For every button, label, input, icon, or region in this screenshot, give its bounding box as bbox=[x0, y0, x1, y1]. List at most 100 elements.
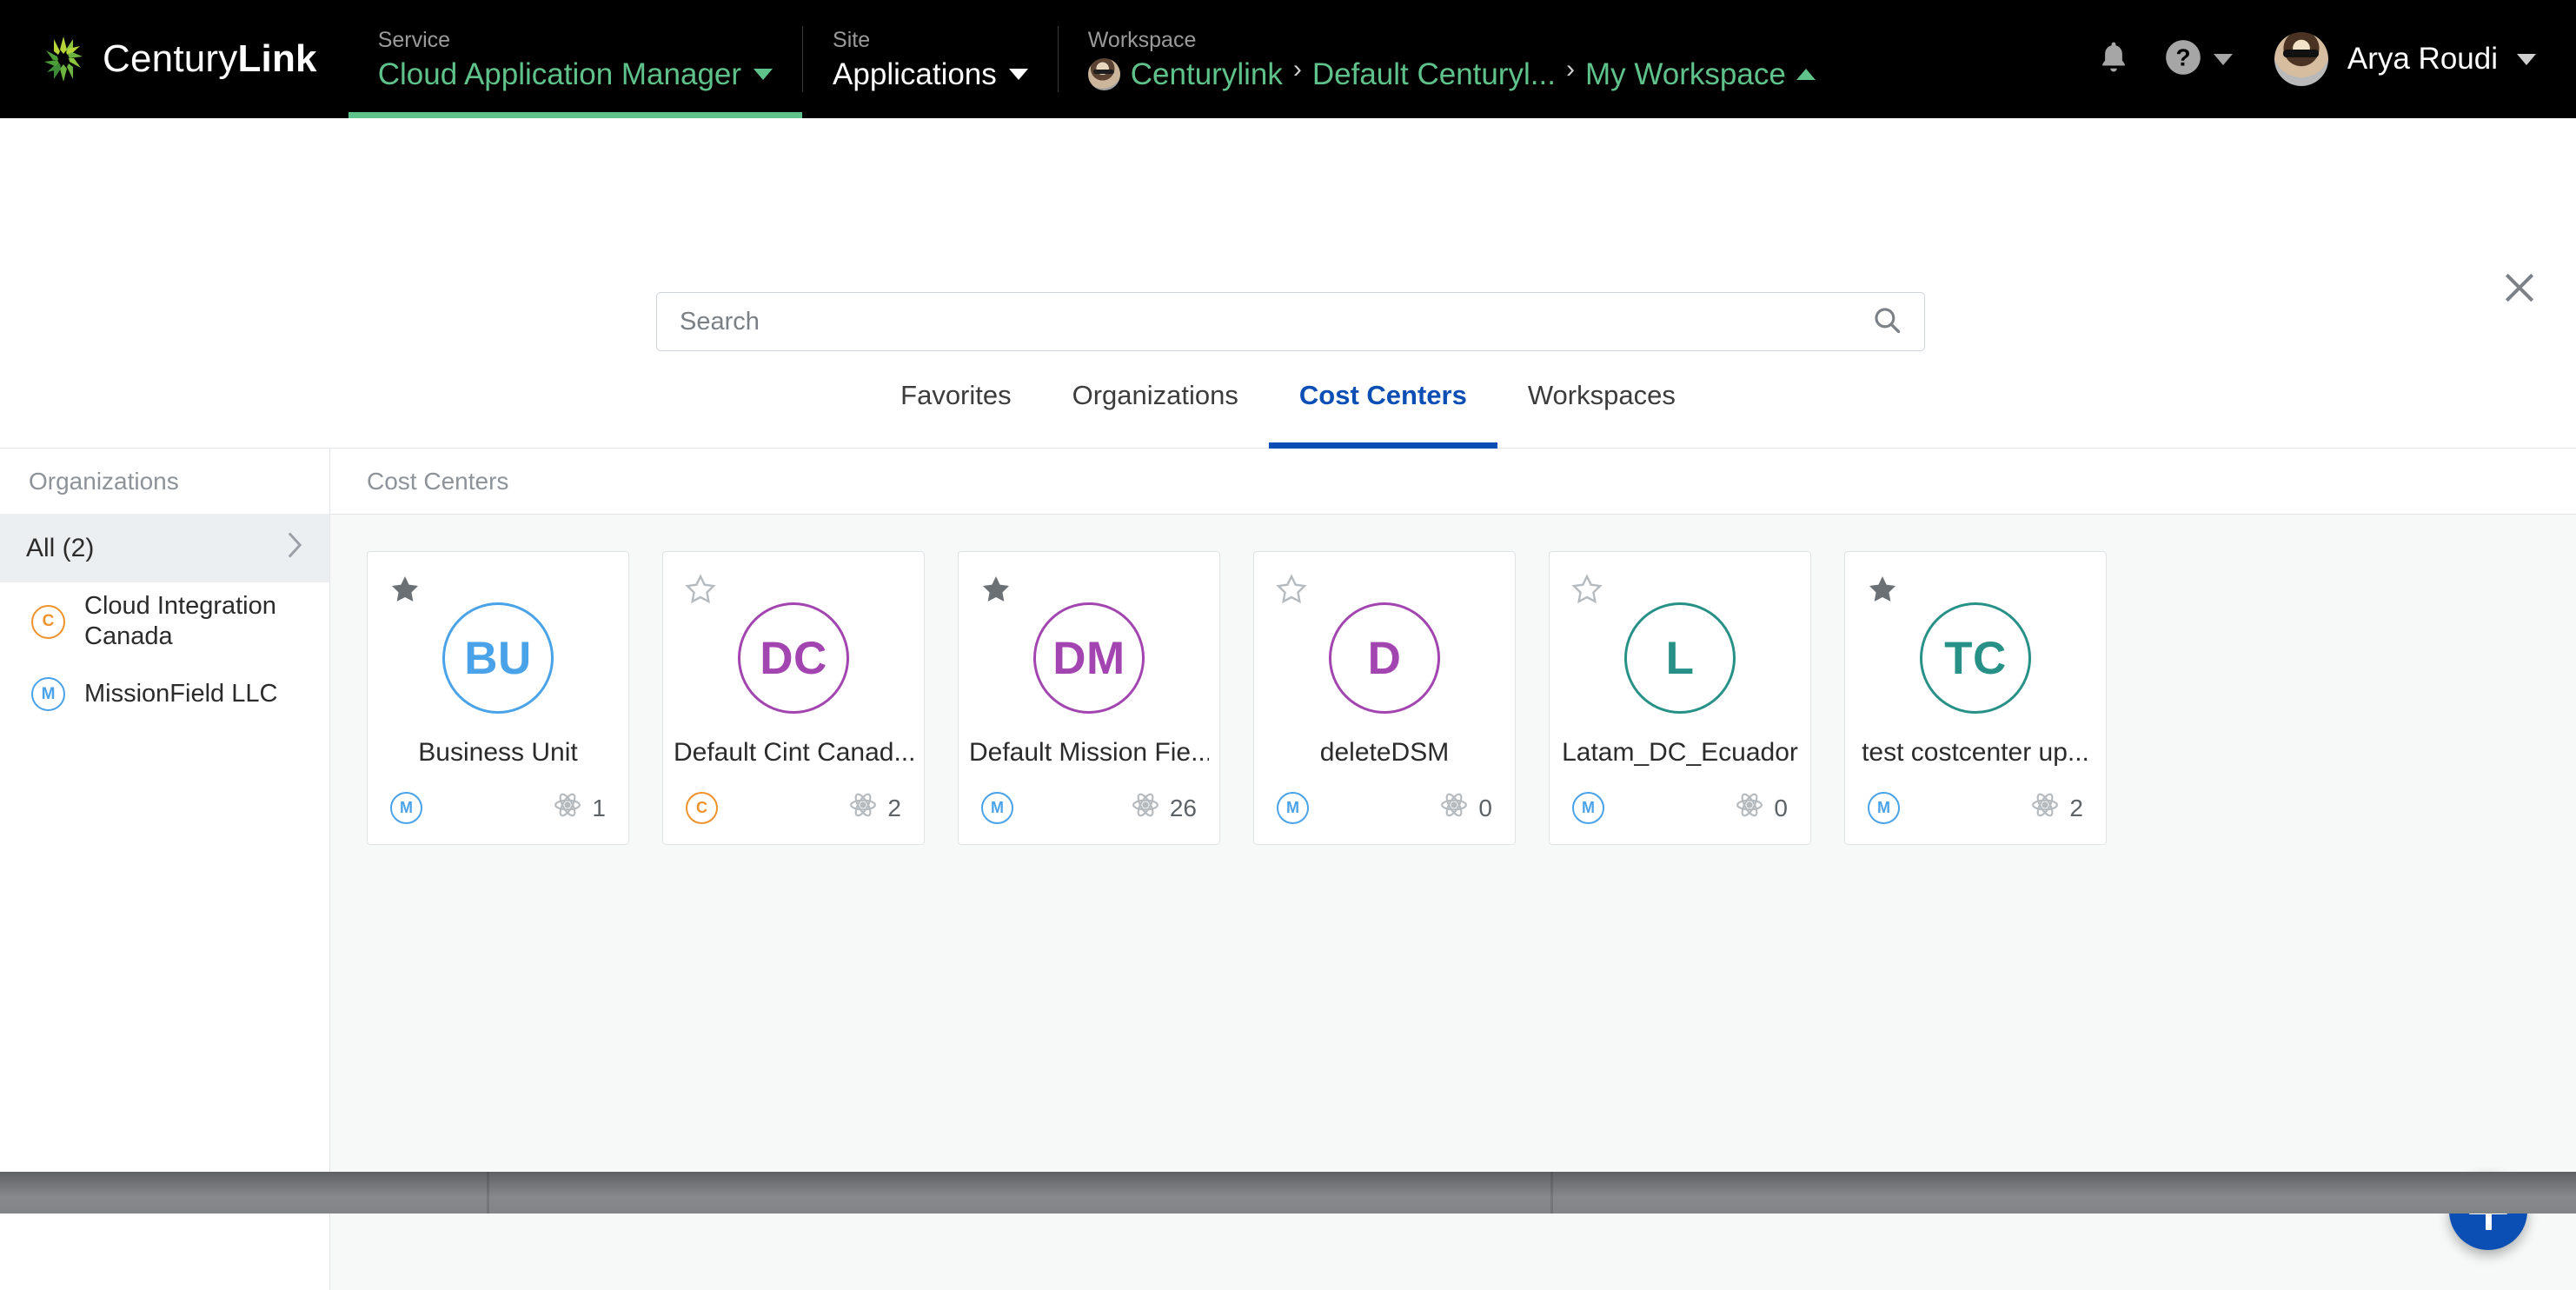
sidebar-item-label: MissionField LLC bbox=[84, 680, 278, 708]
cost-center-card-footer: C 2 bbox=[663, 791, 924, 825]
cost-center-card[interactable]: L Latam_DC_Ecuador M 0 bbox=[1549, 551, 1811, 845]
chevron-down-icon bbox=[1008, 69, 1028, 80]
cost-center-initials: DM bbox=[1033, 602, 1145, 714]
site-value: Applications bbox=[833, 57, 997, 91]
resource-count-value: 2 bbox=[887, 794, 901, 821]
org-initial-badge: M bbox=[1572, 792, 1604, 824]
org-initial-badge: M bbox=[31, 677, 65, 712]
cost-center-card[interactable]: TC test costcenter up... M 2 bbox=[1844, 551, 2107, 845]
org-initial-badge: M bbox=[1277, 792, 1309, 824]
resource-count: 0 bbox=[1736, 791, 1788, 825]
sidebar-title: Organizations bbox=[0, 449, 329, 515]
workspace-switcher-overlay: Favorites Organizations Cost Centers Wor… bbox=[0, 118, 2576, 1290]
search-input[interactable] bbox=[680, 307, 1872, 336]
search-icon[interactable] bbox=[1872, 305, 1902, 339]
star-filled-icon[interactable] bbox=[388, 573, 422, 606]
cost-center-initials: DC bbox=[738, 602, 849, 714]
resource-count-value: 0 bbox=[1478, 794, 1492, 821]
resource-count-value: 2 bbox=[2069, 794, 2083, 821]
star-filled-icon[interactable] bbox=[1866, 573, 1899, 606]
chevron-down-icon bbox=[2213, 53, 2233, 65]
org-initial-badge: C bbox=[686, 792, 718, 824]
help-button[interactable]: ? bbox=[2153, 39, 2245, 80]
service-selector[interactable]: Service Cloud Application Manager bbox=[348, 0, 803, 118]
breadcrumb-item-costcenter[interactable]: Default Centuryl... bbox=[1312, 57, 1556, 92]
cost-center-initials: TC bbox=[1920, 602, 2031, 714]
sidebar-item-cloud-integration-canada[interactable]: C Cloud Integration Canada bbox=[0, 582, 329, 662]
cost-center-card[interactable]: DM Default Mission Fie... M 26 bbox=[958, 551, 1220, 845]
chevron-right-icon: › bbox=[1565, 54, 1575, 83]
cost-center-card[interactable]: DC Default Cint Canad... C 2 bbox=[662, 551, 925, 845]
tab-favorites[interactable]: Favorites bbox=[870, 375, 1041, 449]
star-outline-icon[interactable] bbox=[1275, 573, 1308, 606]
overlay-tabs: Favorites Organizations Cost Centers Wor… bbox=[0, 375, 2576, 449]
atom-icon bbox=[1736, 791, 1763, 825]
avatar bbox=[2274, 32, 2328, 86]
overlay-body: Organizations All (2) C Cloud Integratio… bbox=[0, 449, 2576, 1290]
cost-center-card-footer: M 1 bbox=[368, 791, 628, 825]
search-box[interactable] bbox=[656, 292, 1925, 351]
brand-name: CenturyLink bbox=[103, 37, 317, 81]
user-menu-button[interactable]: Arya Roudi bbox=[2245, 32, 2536, 86]
workspace-selector[interactable]: Workspace Centurylink › Default Centuryl… bbox=[1059, 0, 1845, 118]
atom-icon bbox=[1440, 791, 1468, 825]
tab-workspaces[interactable]: Workspaces bbox=[1497, 375, 1706, 449]
question-mark-help-icon: ? bbox=[2165, 39, 2201, 80]
cost-center-card[interactable]: BU Business Unit M 1 bbox=[367, 551, 629, 845]
resource-count-value: 1 bbox=[592, 794, 606, 821]
cost-center-card[interactable]: D deleteDSM M 0 bbox=[1253, 551, 1516, 845]
breadcrumb-item-workspace[interactable]: My Workspace bbox=[1585, 57, 1786, 92]
org-initial-badge: M bbox=[981, 792, 1013, 824]
star-filled-icon[interactable] bbox=[979, 573, 1012, 606]
service-active-underline bbox=[348, 112, 803, 118]
tab-cost-centers[interactable]: Cost Centers bbox=[1268, 375, 1497, 449]
sidebar-item-label: Cloud Integration Canada bbox=[84, 592, 276, 651]
atom-icon bbox=[2031, 791, 2059, 825]
service-value: Cloud Application Manager bbox=[377, 57, 742, 91]
cost-center-name: Default Mission Fie... bbox=[969, 738, 1209, 767]
cost-center-name: test costcenter up... bbox=[1862, 738, 2089, 767]
chevron-right-icon bbox=[286, 531, 303, 566]
tab-organizations[interactable]: Organizations bbox=[1042, 375, 1269, 449]
sidebar-item-missionfield-llc[interactable]: M MissionField LLC bbox=[0, 662, 329, 728]
org-initial-badge: M bbox=[390, 792, 422, 824]
cost-center-card-footer: M 26 bbox=[959, 791, 1219, 825]
resource-count: 0 bbox=[1440, 791, 1492, 825]
centurylink-starburst-logo-icon bbox=[40, 33, 87, 85]
star-outline-icon[interactable] bbox=[684, 573, 717, 606]
breadcrumb: Centurylink › Default Centuryl... › My W… bbox=[1087, 54, 1816, 92]
close-button[interactable] bbox=[2493, 263, 2546, 316]
chevron-right-icon: › bbox=[1292, 54, 1302, 83]
sidebar-item-all-label: All (2) bbox=[26, 534, 95, 562]
atom-icon bbox=[849, 791, 877, 825]
notifications-button[interactable] bbox=[2075, 40, 2153, 79]
org-initial-badge: C bbox=[31, 604, 65, 639]
workspace-avatar-icon bbox=[1087, 58, 1120, 90]
cost-center-initials: BU bbox=[442, 602, 554, 714]
site-selector[interactable]: Site Applications bbox=[803, 0, 1058, 118]
resource-count: 1 bbox=[554, 791, 606, 825]
bell-icon bbox=[2097, 40, 2130, 79]
star-outline-icon[interactable] bbox=[1570, 573, 1603, 606]
cost-center-initials: L bbox=[1624, 602, 1736, 714]
cost-center-name: Default Cint Canad... bbox=[674, 738, 913, 767]
brand-logo-group[interactable]: CenturyLink bbox=[0, 0, 349, 118]
organizations-sidebar: Organizations All (2) C Cloud Integratio… bbox=[0, 449, 330, 1290]
cost-center-initials: D bbox=[1329, 602, 1440, 714]
service-label: Service bbox=[377, 27, 451, 52]
search-bar bbox=[656, 292, 1925, 351]
workspace-label: Workspace bbox=[1087, 27, 1197, 52]
cost-center-card-footer: M 2 bbox=[1845, 791, 2106, 825]
cost-center-card-footer: M 0 bbox=[1550, 791, 1810, 825]
cost-center-name: deleteDSM bbox=[1319, 738, 1450, 767]
cost-centers-panel: Cost Centers BU Business Unit M 1 DC Def… bbox=[330, 449, 2576, 1290]
sidebar-item-all[interactable]: All (2) bbox=[0, 515, 329, 582]
breadcrumb-item-org[interactable]: Centurylink bbox=[1131, 57, 1283, 92]
brand-name-light: Century bbox=[103, 37, 238, 80]
resource-count: 2 bbox=[2031, 791, 2083, 825]
resource-count-value: 0 bbox=[1774, 794, 1788, 821]
site-label: Site bbox=[833, 27, 871, 52]
atom-icon bbox=[554, 791, 581, 825]
resource-count: 26 bbox=[1132, 791, 1197, 825]
page-title: Cost Centers bbox=[330, 449, 2576, 515]
